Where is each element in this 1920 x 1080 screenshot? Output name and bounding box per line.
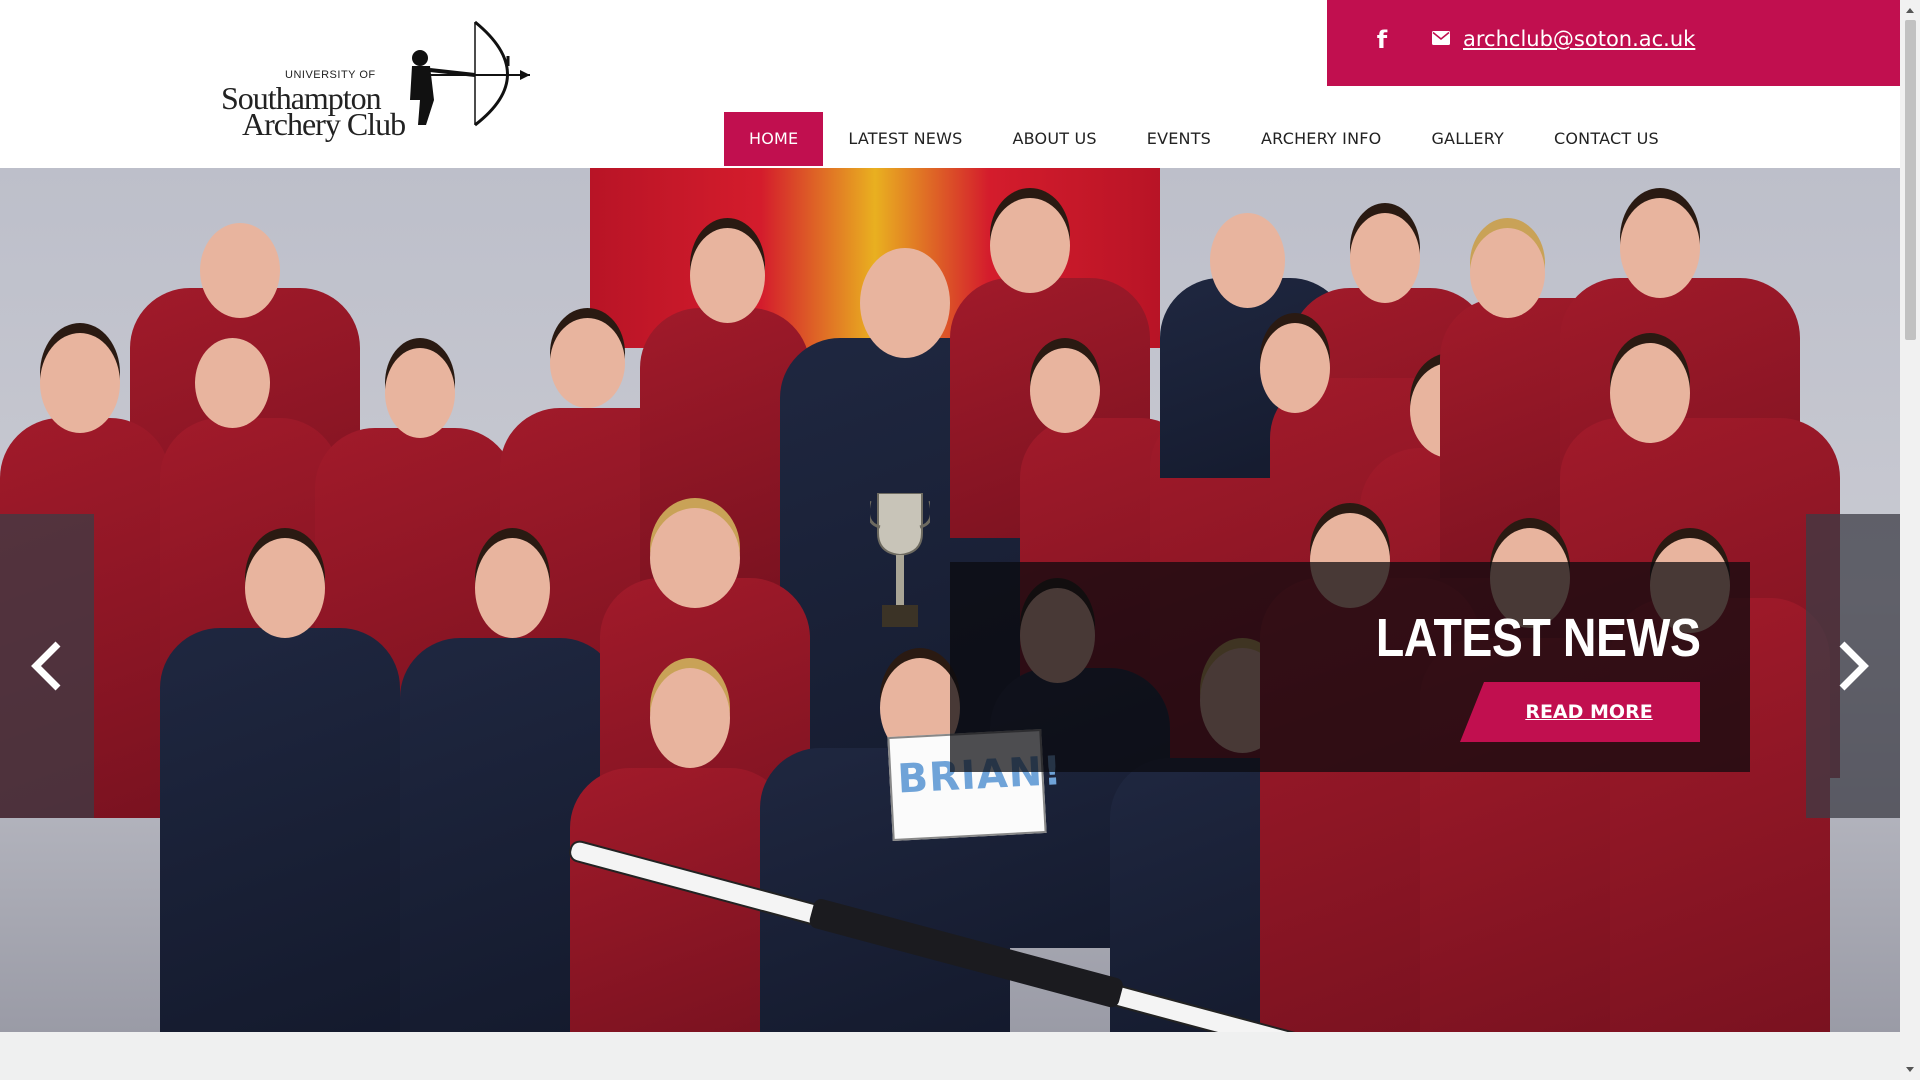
site-header: UNIVERSITY OF Southampton Archery Club f… [0,0,1900,168]
slide-caption: LATEST NEWS READ MORE [950,562,1750,772]
page-scrollbar[interactable] [1900,0,1920,1080]
slider-prev-button[interactable] [0,514,94,818]
logo-text-line-2: Archery Club [242,106,406,142]
content-section [0,1032,1900,1080]
read-more-button[interactable]: READ MORE [1460,682,1700,742]
contact-topbar: f archclub@soton.ac.uk [1327,0,1900,86]
envelope-icon [1432,31,1450,45]
chevron-right-icon [1839,641,1869,691]
nav-item-gallery[interactable]: GALLERY [1406,112,1529,166]
facebook-icon[interactable]: f [1372,26,1392,54]
email-link[interactable]: archclub@soton.ac.uk [1463,27,1695,51]
scroll-down-arrow-icon[interactable] [1906,1067,1914,1072]
trophy-icon [870,493,930,627]
chevron-left-icon [31,641,61,691]
club-logo[interactable]: UNIVERSITY OF Southampton Archery Club [215,20,535,142]
scroll-up-arrow-icon[interactable] [1906,8,1914,13]
nav-item-about-us[interactable]: ABOUT US [987,112,1121,166]
main-nav: HOME LATEST NEWS ABOUT US EVENTS ARCHERY… [724,112,1684,166]
scrollbar-thumb[interactable] [1905,20,1916,340]
nav-item-home[interactable]: HOME [724,112,824,166]
archer-icon [410,20,530,127]
page: UNIVERSITY OF Southampton Archery Club f… [0,0,1900,1080]
nav-item-latest-news[interactable]: LATEST NEWS [823,112,987,166]
slider-next-button[interactable] [1806,514,1900,818]
nav-item-events[interactable]: EVENTS [1122,112,1236,166]
nav-item-contact-us[interactable]: CONTACT US [1529,112,1684,166]
hero-slider: BRIAN! LATEST NEWS READ MORE [0,168,1900,1032]
nav-item-archery-info[interactable]: ARCHERY INFO [1236,112,1406,166]
caption-title: LATEST NEWS [1375,608,1700,668]
